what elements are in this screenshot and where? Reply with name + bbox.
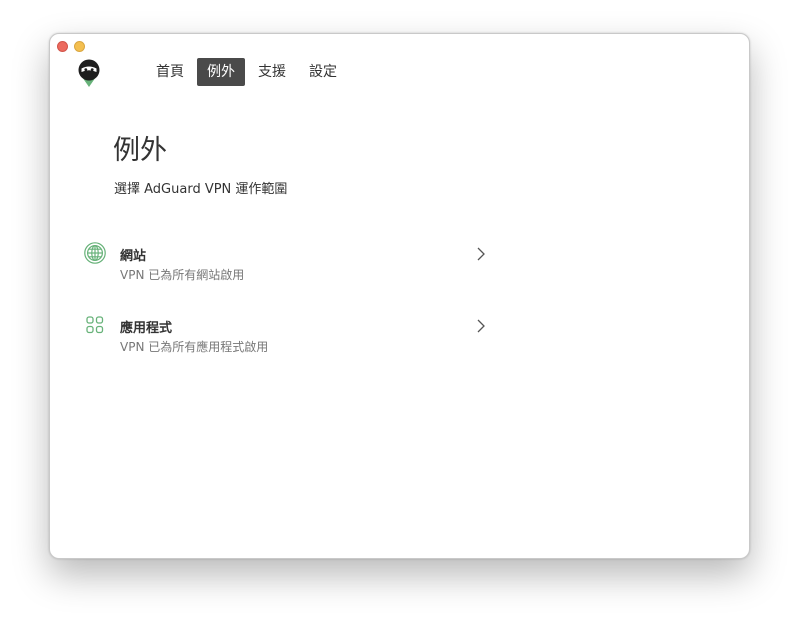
websites-description: VPN 已為所有網站啟用 bbox=[120, 268, 245, 282]
top-navigation: 首頁 例外 支援 設定 bbox=[146, 58, 347, 86]
chevron-right-icon bbox=[476, 246, 486, 262]
chevron-right-icon bbox=[476, 318, 486, 334]
page-title: 例外 bbox=[113, 135, 167, 166]
adguard-vpn-logo-icon bbox=[76, 58, 102, 88]
websites-exclusions-row[interactable]: 網站 VPN 已為所有網站啟用 bbox=[84, 240, 486, 284]
window-minimize-button[interactable] bbox=[74, 41, 85, 52]
app-window: 首頁 例外 支援 設定 例外 選擇 AdGuard VPN 運作範圍 網站 VP… bbox=[49, 33, 750, 559]
apps-exclusions-row[interactable]: 應用程式 VPN 已為所有應用程式啟用 bbox=[84, 312, 486, 356]
tab-settings[interactable]: 設定 bbox=[299, 58, 347, 86]
page-subtitle: 選擇 AdGuard VPN 運作範圍 bbox=[114, 182, 288, 197]
apps-description: VPN 已為所有應用程式啟用 bbox=[120, 340, 269, 354]
apps-title: 應用程式 bbox=[120, 321, 173, 336]
websites-title: 網站 bbox=[120, 249, 147, 264]
tab-home[interactable]: 首頁 bbox=[146, 58, 194, 86]
apps-grid-icon bbox=[84, 314, 106, 336]
tab-exclusions[interactable]: 例外 bbox=[197, 58, 245, 86]
globe-icon bbox=[84, 242, 106, 264]
window-close-button[interactable] bbox=[57, 41, 68, 52]
tab-support[interactable]: 支援 bbox=[248, 58, 296, 86]
